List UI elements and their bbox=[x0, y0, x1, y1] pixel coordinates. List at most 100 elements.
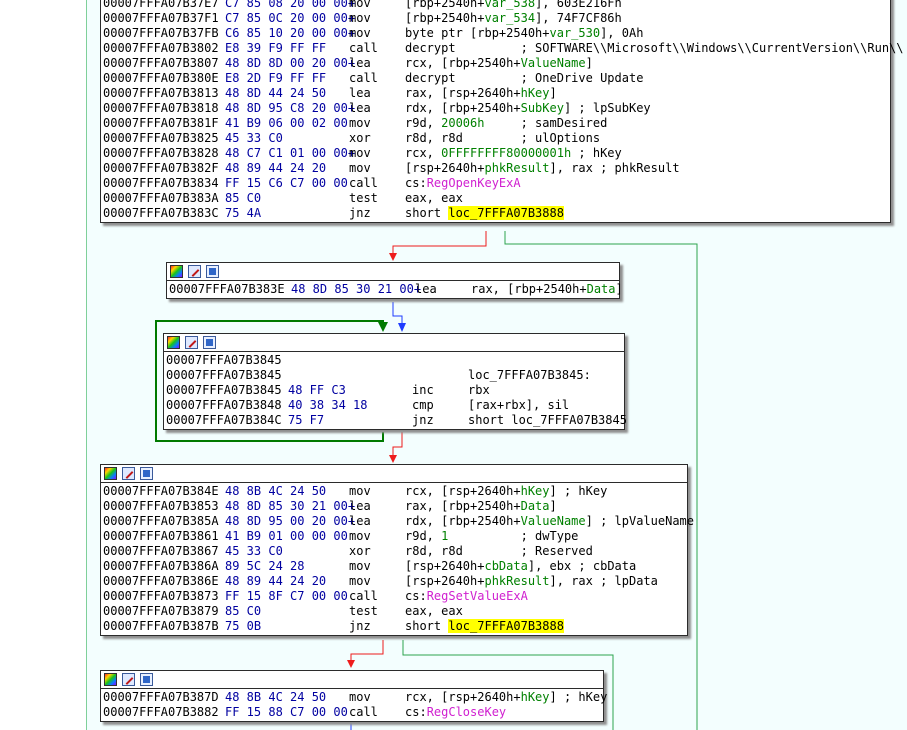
instruction-line[interactable]: 00007FFFA07B383A 85 C0 test eax, eax bbox=[103, 191, 890, 206]
instruction-line[interactable]: 00007FFFA07B386A 89 5C 24 28 mov [rsp+2640h… bbox=[103, 559, 687, 574]
code-block[interactable]: 00007FFFA07B37E7 C7 85 08 20 00 00+ mov [rb… bbox=[100, 0, 904, 223]
operand-text: ], rax ; lpData bbox=[549, 574, 658, 588]
instruction-line[interactable]: 00007FFFA07B3818 48 8D 95 C8 20 00+ lea rdx… bbox=[103, 101, 890, 116]
collapse-node-icon[interactable] bbox=[203, 336, 216, 349]
instruction-line[interactable]: 00007FFFA07B37F1 C7 85 0C 20 00 00+ mov [rb… bbox=[103, 11, 890, 26]
graph-view[interactable]: 00007FFFA07B37E7 C7 85 08 20 00 00+ mov [rb… bbox=[0, 0, 907, 730]
instruction-operands: rdx, [rbp+2540h+ValueName] ; lpValueName bbox=[405, 514, 694, 529]
operand-text: [rbp+2540h+ bbox=[405, 11, 485, 25]
instruction-line[interactable]: 00007FFFA07B3834 FF 15 C6 C7 00 00 call cs:… bbox=[103, 176, 890, 191]
operand-text: [rsp+2640h+ bbox=[405, 161, 485, 175]
operand-text: ] bbox=[549, 86, 557, 100]
color-palette-icon[interactable] bbox=[104, 673, 117, 686]
highlighted-label[interactable]: loc_7FFFA07B3888 bbox=[448, 206, 564, 220]
code-block[interactable]: 00007FFFA07B384E 48 8B 4C 24 50 mov rcx, [r… bbox=[100, 464, 694, 636]
instruction-operands: r9d, 1 ; dwType bbox=[405, 529, 578, 544]
instruction-mnemonic: mov bbox=[349, 484, 371, 498]
instruction-line[interactable]: 00007FFFA07B3879 85 C0 test eax, eax bbox=[103, 604, 687, 619]
instruction-line[interactable]: 00007FFFA07B3861 41 B9 01 00 00 00 mov r9d,… bbox=[103, 529, 687, 544]
instruction-operands: decrypt ; SOFTWARE\\Microsoft\\Windows\\… bbox=[405, 41, 904, 56]
highlighted-label[interactable]: loc_7FFFA07B3888 bbox=[448, 619, 564, 633]
instruction-bytes: 48 8B 4C 24 50 bbox=[225, 690, 327, 704]
instruction-mnemonic: mov bbox=[349, 690, 371, 704]
instruction-operands: rax, [rbp+2540h+Data] bbox=[471, 282, 623, 297]
instruction-address: 00007FFFA07B380E bbox=[103, 71, 219, 85]
code-block[interactable]: 00007FFFA07B3845 00007FFFA07B3845 loc_7FFF… bbox=[163, 333, 627, 430]
instruction-line[interactable]: 00007FFFA07B3867 45 33 C0 xor r8d, r8d ; Re… bbox=[103, 544, 687, 559]
code-lines: 00007FFFA07B3845 00007FFFA07B3845 loc_7FFF… bbox=[164, 352, 627, 429]
variable-ref: var_538 bbox=[484, 0, 536, 10]
instruction-mnemonic: cmp bbox=[412, 398, 434, 412]
instruction-mnemonic: jnz bbox=[349, 619, 371, 633]
instruction-mnemonic: call bbox=[349, 589, 378, 603]
edit-node-icon[interactable] bbox=[122, 467, 135, 480]
instruction-address: 00007FFFA07B37F1 bbox=[103, 11, 219, 25]
instruction-line[interactable]: 00007FFFA07B3845 loc_7FFFA07B3845: bbox=[166, 368, 624, 383]
operand-text: byte ptr [rbp+2540h+ bbox=[405, 26, 550, 40]
instruction-operands: [rsp+2640h+cbData], ebx ; cbData bbox=[405, 559, 636, 574]
instruction-bytes: 48 8D 8D 00 20 00+ bbox=[225, 56, 356, 70]
instruction-bytes: 75 0B bbox=[225, 619, 262, 633]
instruction-mnemonic: xor bbox=[349, 131, 371, 145]
color-palette-icon[interactable] bbox=[170, 265, 183, 278]
instruction-bytes: 41 B9 01 00 00 00 bbox=[225, 529, 348, 543]
instruction-line[interactable]: 00007FFFA07B3882 FF 15 88 C7 00 00 call cs:… bbox=[103, 705, 603, 720]
variable-ref: hKey bbox=[520, 86, 550, 100]
instruction-address: 00007FFFA07B3834 bbox=[103, 176, 219, 190]
instruction-bytes: 89 5C 24 28 bbox=[225, 559, 305, 573]
instruction-line[interactable]: 00007FFFA07B380E E8 2D F9 FF FF call decryp… bbox=[103, 71, 890, 86]
edit-node-icon[interactable] bbox=[188, 265, 201, 278]
instruction-address: 00007FFFA07B386E bbox=[103, 574, 219, 588]
instruction-line[interactable]: 00007FFFA07B386E 48 89 44 24 20 mov [rsp+26… bbox=[103, 574, 687, 589]
instruction-address: 00007FFFA07B387D bbox=[103, 690, 219, 704]
instruction-line[interactable]: 00007FFFA07B381F 41 B9 06 00 02 00 mov r9d,… bbox=[103, 116, 890, 131]
instruction-bytes: 48 C7 C1 01 00 00+ bbox=[225, 146, 356, 160]
variable-ref: hKey bbox=[520, 484, 550, 498]
instruction-operands: r9d, 20006h ; samDesired bbox=[405, 116, 607, 131]
instruction-line[interactable]: 00007FFFA07B3845 bbox=[166, 353, 624, 368]
collapse-node-icon[interactable] bbox=[140, 673, 153, 686]
instruction-line[interactable]: 00007FFFA07B383C 75 4A jnz short loc_7FFFA0… bbox=[103, 206, 890, 221]
instruction-line[interactable]: 00007FFFA07B3825 45 33 C0 xor r8d, r8d ; ul… bbox=[103, 131, 890, 146]
import-ref[interactable]: RegSetValueExA bbox=[427, 589, 528, 603]
collapse-node-icon[interactable] bbox=[206, 265, 219, 278]
edit-node-icon[interactable] bbox=[185, 336, 198, 349]
instruction-line[interactable]: 00007FFFA07B387B 75 0B jnz short loc_7FFFA0… bbox=[103, 619, 687, 634]
instruction-line[interactable]: 00007FFFA07B384E 48 8B 4C 24 50 mov rcx, [r… bbox=[103, 484, 687, 499]
color-palette-icon[interactable] bbox=[167, 336, 180, 349]
code-block[interactable]: 00007FFFA07B383E 48 8D 85 30 21 00+ lea rax… bbox=[166, 262, 623, 299]
operand-text: rbx bbox=[468, 383, 490, 397]
instruction-line[interactable]: 00007FFFA07B387D 48 8B 4C 24 50 mov rcx, [r… bbox=[103, 690, 607, 705]
instruction-bytes: 40 38 34 18 bbox=[288, 398, 368, 412]
instruction-line[interactable]: 00007FFFA07B385A 48 8D 95 00 20 00+ lea rdx… bbox=[103, 514, 694, 529]
instruction-line[interactable]: 00007FFFA07B382F 48 89 44 24 20 mov [rsp+26… bbox=[103, 161, 890, 176]
import-ref[interactable]: RegOpenKeyExA bbox=[427, 176, 521, 190]
instruction-line[interactable]: 00007FFFA07B3848 40 38 34 18 cmp [rax+rbx],… bbox=[166, 398, 624, 413]
collapse-node-icon[interactable] bbox=[140, 467, 153, 480]
code-block[interactable]: 00007FFFA07B387D 48 8B 4C 24 50 mov rcx, [r… bbox=[100, 670, 607, 722]
instruction-line[interactable]: 00007FFFA07B3807 48 8D 8D 00 20 00+ lea rcx… bbox=[103, 56, 890, 71]
edit-node-icon[interactable] bbox=[122, 673, 135, 686]
instruction-line[interactable]: 00007FFFA07B3845 48 FF C3 inc rbx bbox=[166, 383, 624, 398]
operand-text: r8d, r8d ; Reserved bbox=[405, 544, 593, 558]
instruction-operands: cs:RegSetValueExA bbox=[405, 589, 528, 604]
color-palette-icon[interactable] bbox=[104, 467, 117, 480]
instruction-line[interactable]: 00007FFFA07B3828 48 C7 C1 01 00 00+ mov rcx… bbox=[103, 146, 890, 161]
instruction-bytes: 75 4A bbox=[225, 206, 262, 220]
operand-text: rdx, [rbp+2540h+ bbox=[405, 514, 521, 528]
instruction-line[interactable]: 00007FFFA07B3802 E8 39 F9 FF FF call decryp… bbox=[103, 41, 904, 56]
instruction-line[interactable]: 00007FFFA07B37E7 C7 85 08 20 00 00+ mov [rb… bbox=[103, 0, 890, 11]
instruction-line[interactable]: 00007FFFA07B3873 FF 15 8F C7 00 00 call cs:… bbox=[103, 589, 687, 604]
operand-text: [rsp+2640h+ bbox=[405, 559, 485, 573]
instruction-address: 00007FFFA07B382F bbox=[103, 161, 219, 175]
instruction-line[interactable]: 00007FFFA07B37FB C6 85 10 20 00 00+ mov byt… bbox=[103, 26, 890, 41]
operand-text: r8d, r8d ; ulOptions bbox=[405, 131, 601, 145]
import-ref[interactable]: RegCloseKey bbox=[427, 705, 506, 719]
instruction-line[interactable]: 00007FFFA07B3813 48 8D 44 24 50 lea rax, [r… bbox=[103, 86, 890, 101]
instruction-line[interactable]: 00007FFFA07B383E 48 8D 85 30 21 00+ lea rax… bbox=[169, 282, 623, 297]
operand-text: decrypt ; SOFTWARE\\Microsoft\\Windows\\… bbox=[405, 41, 904, 55]
instruction-mnemonic: xor bbox=[349, 544, 371, 558]
instruction-line[interactable]: 00007FFFA07B384C 75 F7 jnz short loc_7FFFA0… bbox=[166, 413, 627, 428]
instruction-mnemonic: mov bbox=[349, 146, 371, 160]
instruction-line[interactable]: 00007FFFA07B3853 48 8D 85 30 21 00+ lea rax… bbox=[103, 499, 687, 514]
